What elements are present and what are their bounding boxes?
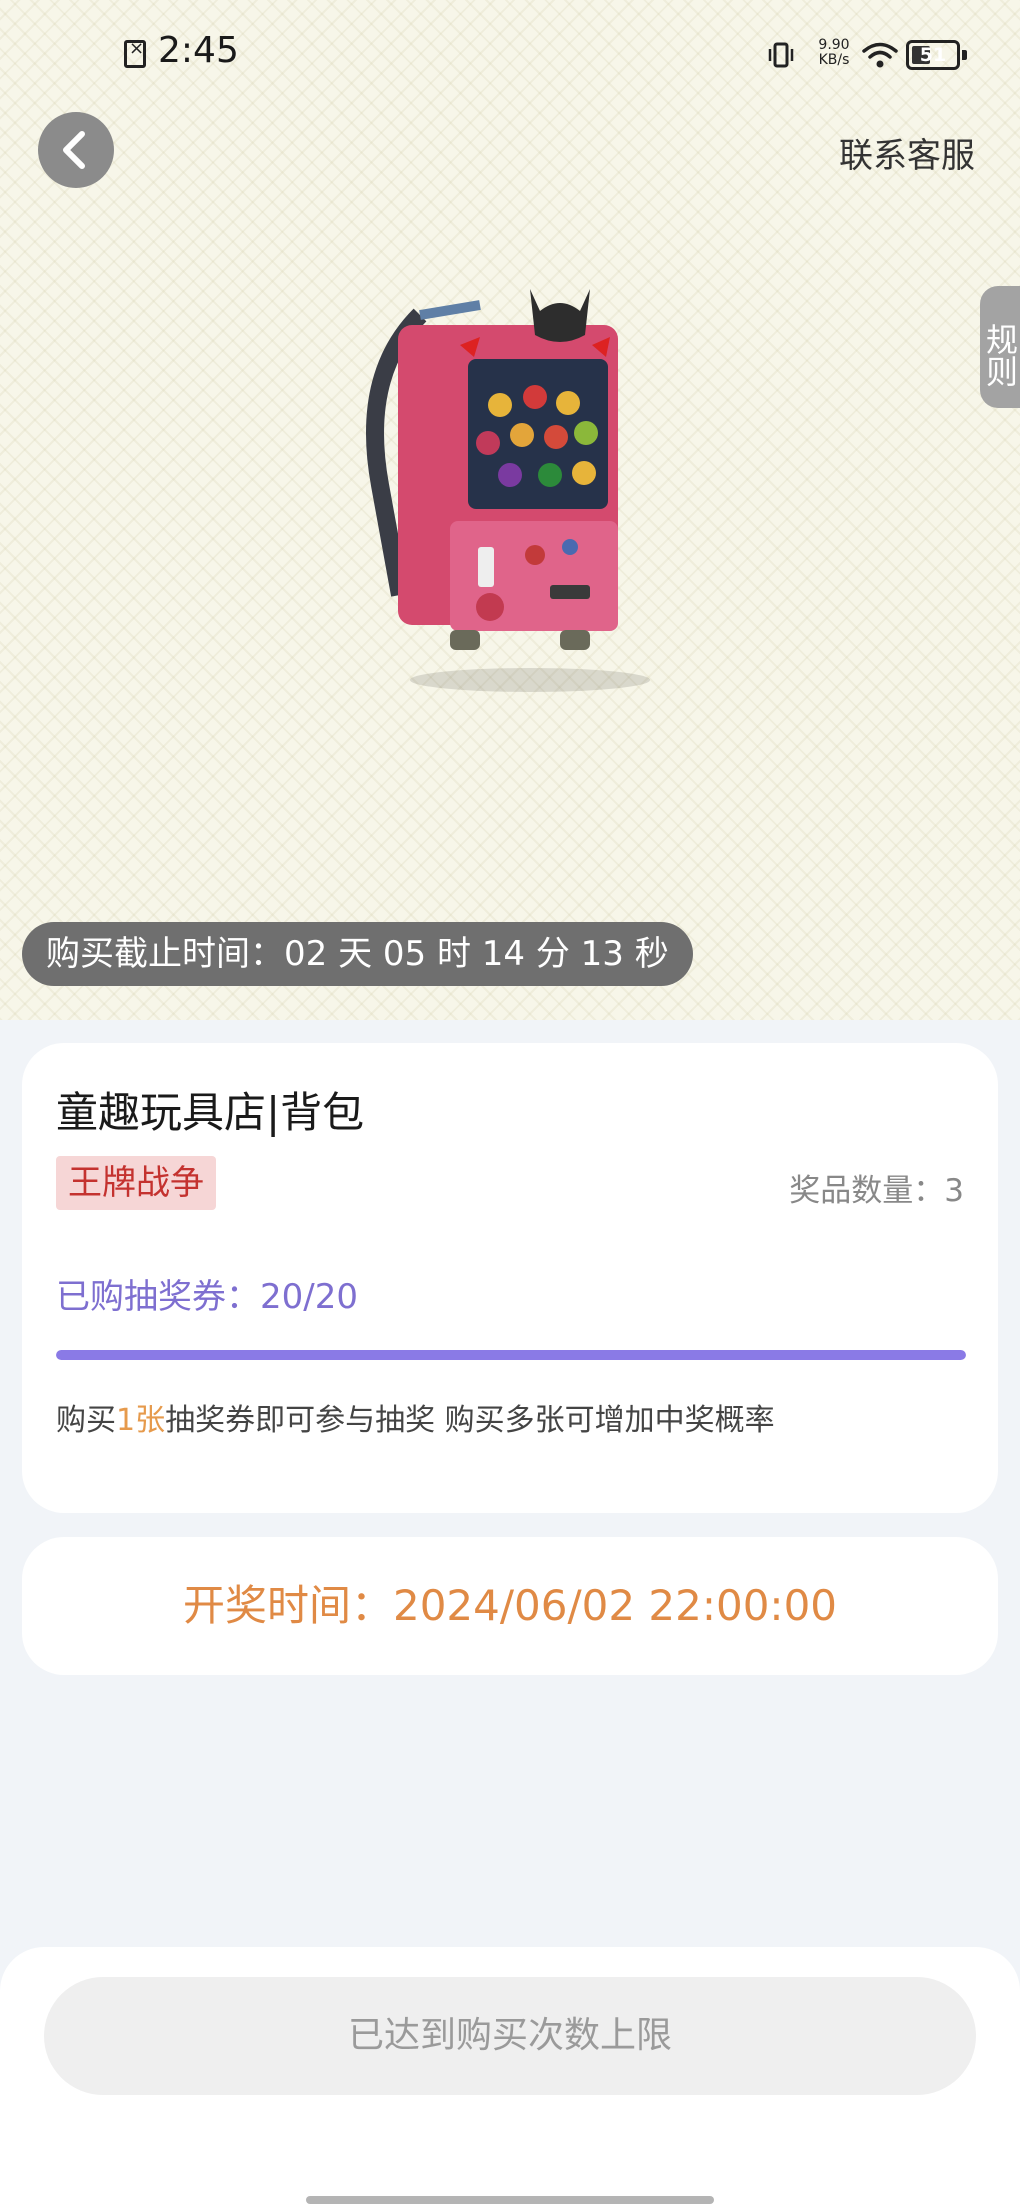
chevron-left-icon — [63, 131, 85, 169]
draw-time-card: 开奖时间：2024/06/02 22:00:00 — [22, 1537, 998, 1675]
product-info-card: 童趣玩具店|背包 王牌战争 奖品数量：3 已购抽奖券：20/20 购买1张抽奖券… — [22, 1043, 998, 1513]
sim-card-icon — [124, 38, 146, 68]
draw-time: 开奖时间：2024/06/02 22:00:00 — [182, 1581, 838, 1630]
wifi-icon — [862, 42, 898, 68]
hint-highlight: 1张 — [116, 1403, 166, 1438]
tickets-progress-fill — [56, 1350, 966, 1360]
battery-tip — [962, 50, 967, 60]
purchase-deadline-badge: 购买截止时间：02 天 05 时 14 分 13 秒 — [22, 922, 693, 986]
contact-service-link[interactable]: 联系客服 — [839, 128, 975, 177]
network-speed-unit: KB/s — [818, 52, 850, 68]
hint-suffix: 抽奖券即可参与抽奖 购买多张可增加中奖概率 — [165, 1403, 775, 1438]
rules-label: 规则 — [981, 323, 1019, 387]
game-tag: 王牌战争 — [56, 1156, 216, 1210]
vibrate-icon — [768, 42, 794, 68]
purchase-limit-button[interactable]: 已达到购买次数上限 — [44, 1977, 976, 2095]
network-speed-value: 9.90 — [818, 37, 850, 53]
prize-count: 奖品数量：3 — [789, 1173, 964, 1209]
hint-prefix: 购买 — [56, 1403, 116, 1438]
tickets-progress-bar — [56, 1350, 966, 1360]
product-title: 童趣玩具店|背包 — [56, 1088, 365, 1137]
back-button[interactable] — [38, 112, 114, 188]
tickets-purchased: 已购抽奖券：20/20 — [56, 1277, 358, 1317]
status-time: 2:45 — [158, 30, 239, 71]
purchase-hint: 购买1张抽奖券即可参与抽奖 购买多张可增加中奖概率 — [56, 1395, 775, 1439]
backpack-product-image — [366, 289, 650, 692]
home-indicator[interactable] — [306, 2196, 714, 2204]
bottom-action-bar: 已达到购买次数上限 — [0, 1947, 1020, 2210]
battery-level: 51 — [919, 44, 947, 66]
network-speed: 9.90 KB/s — [810, 38, 858, 68]
rules-tab[interactable]: 规则 — [980, 286, 1020, 408]
battery-icon: 51 — [906, 40, 960, 70]
status-bar: 2:45 9.90 KB/s 51 — [0, 0, 1020, 110]
